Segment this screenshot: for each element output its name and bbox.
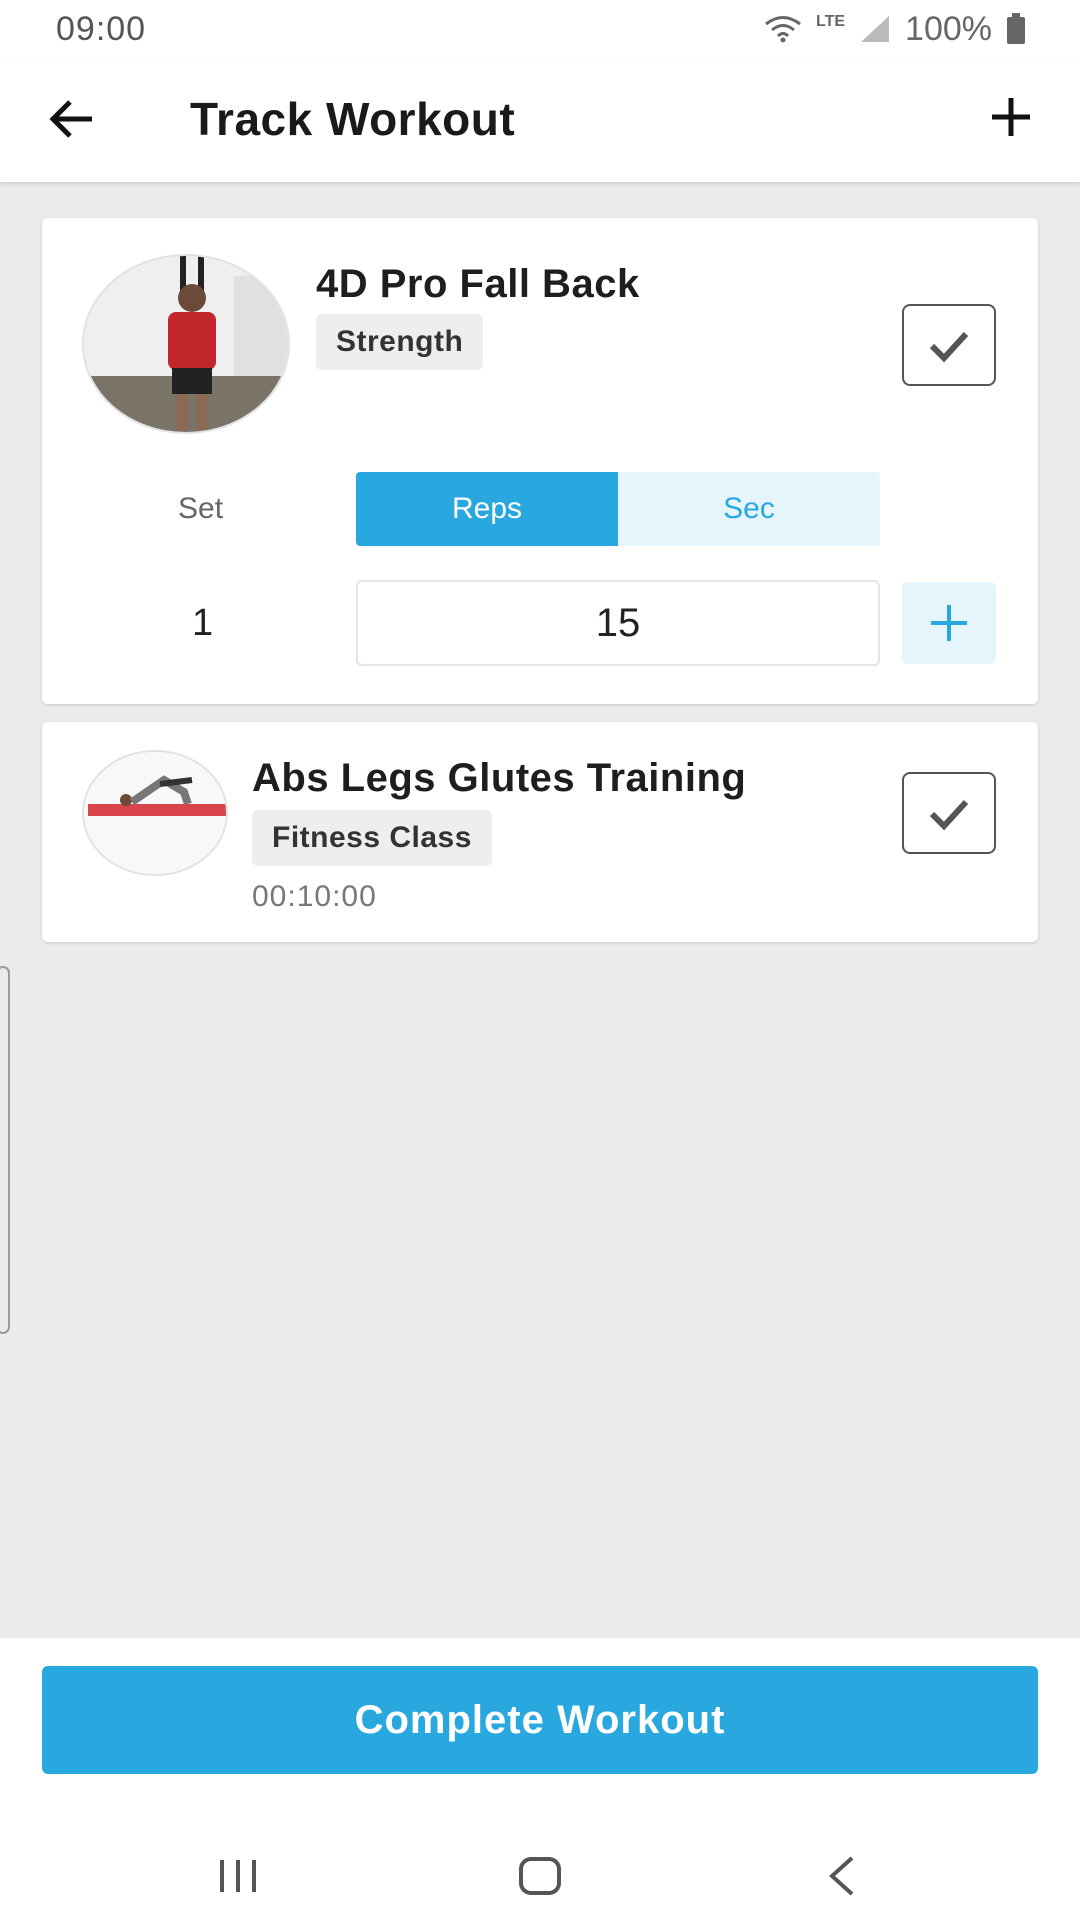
reps-input[interactable]: 15 — [356, 580, 880, 666]
home-icon — [519, 1857, 561, 1895]
sec-tab[interactable]: Sec — [618, 472, 880, 546]
complete-checkbox[interactable] — [902, 304, 996, 386]
footer: Complete Workout — [0, 1638, 1080, 1920]
home-button[interactable] — [518, 1854, 562, 1898]
exercise-thumbnail[interactable] — [82, 750, 228, 876]
set-label: Set — [178, 492, 224, 525]
exercise-image — [84, 752, 226, 874]
category-badge: Strength — [316, 314, 484, 370]
signal-icon — [861, 16, 890, 42]
complete-checkbox[interactable] — [902, 772, 996, 854]
recents-button[interactable] — [216, 1856, 260, 1896]
duration-text: 00:10:00 — [252, 880, 377, 913]
battery-icon — [1007, 13, 1025, 44]
battery-percent: 100% — [905, 9, 992, 48]
back-chevron-icon — [829, 1856, 854, 1896]
network-type: LTE — [816, 13, 846, 30]
side-panel-handle[interactable] — [0, 966, 10, 1334]
recents-icon — [220, 1860, 256, 1892]
exercise-name: Abs Legs Glutes Training — [252, 756, 747, 800]
wifi-icon — [765, 16, 801, 43]
system-back-button[interactable] — [822, 1852, 862, 1900]
system-nav-bar — [0, 1838, 1080, 1918]
back-button[interactable] — [48, 94, 98, 144]
plus-icon — [992, 98, 1030, 136]
exercise-card: Abs Legs Glutes Training Fitness Class 0… — [42, 722, 1038, 942]
complete-workout-button[interactable]: Complete Workout — [42, 1666, 1038, 1774]
mode-toggle: Reps Sec — [356, 472, 880, 546]
page-title: Track Workout — [190, 93, 516, 145]
status-bar: 09:00 LTE 100% — [0, 0, 1080, 58]
exercise-card: 4D Pro Fall Back Strength Set Reps Sec 1… — [42, 218, 1038, 704]
reps-tab[interactable]: Reps — [356, 472, 618, 546]
checkmark-icon — [929, 799, 969, 831]
exercise-image — [84, 256, 288, 432]
app-bar: Track Workout — [0, 58, 1080, 182]
set-number: 1 — [192, 602, 214, 644]
track-workout-screen: 09:00 LTE 100% Track Workout 4D Pro Fall… — [0, 0, 1080, 1920]
checkmark-icon — [929, 331, 969, 363]
category-badge: Fitness Class — [252, 810, 492, 866]
status-time: 09:00 — [56, 9, 147, 48]
arrow-left-icon — [49, 100, 92, 138]
plus-icon — [931, 605, 967, 641]
exercise-name: 4D Pro Fall Back — [316, 262, 640, 306]
add-set-button[interactable] — [902, 582, 996, 664]
exercise-thumbnail[interactable] — [82, 254, 290, 434]
add-exercise-button[interactable] — [986, 92, 1036, 142]
status-icons: LTE 100% — [764, 10, 1026, 49]
